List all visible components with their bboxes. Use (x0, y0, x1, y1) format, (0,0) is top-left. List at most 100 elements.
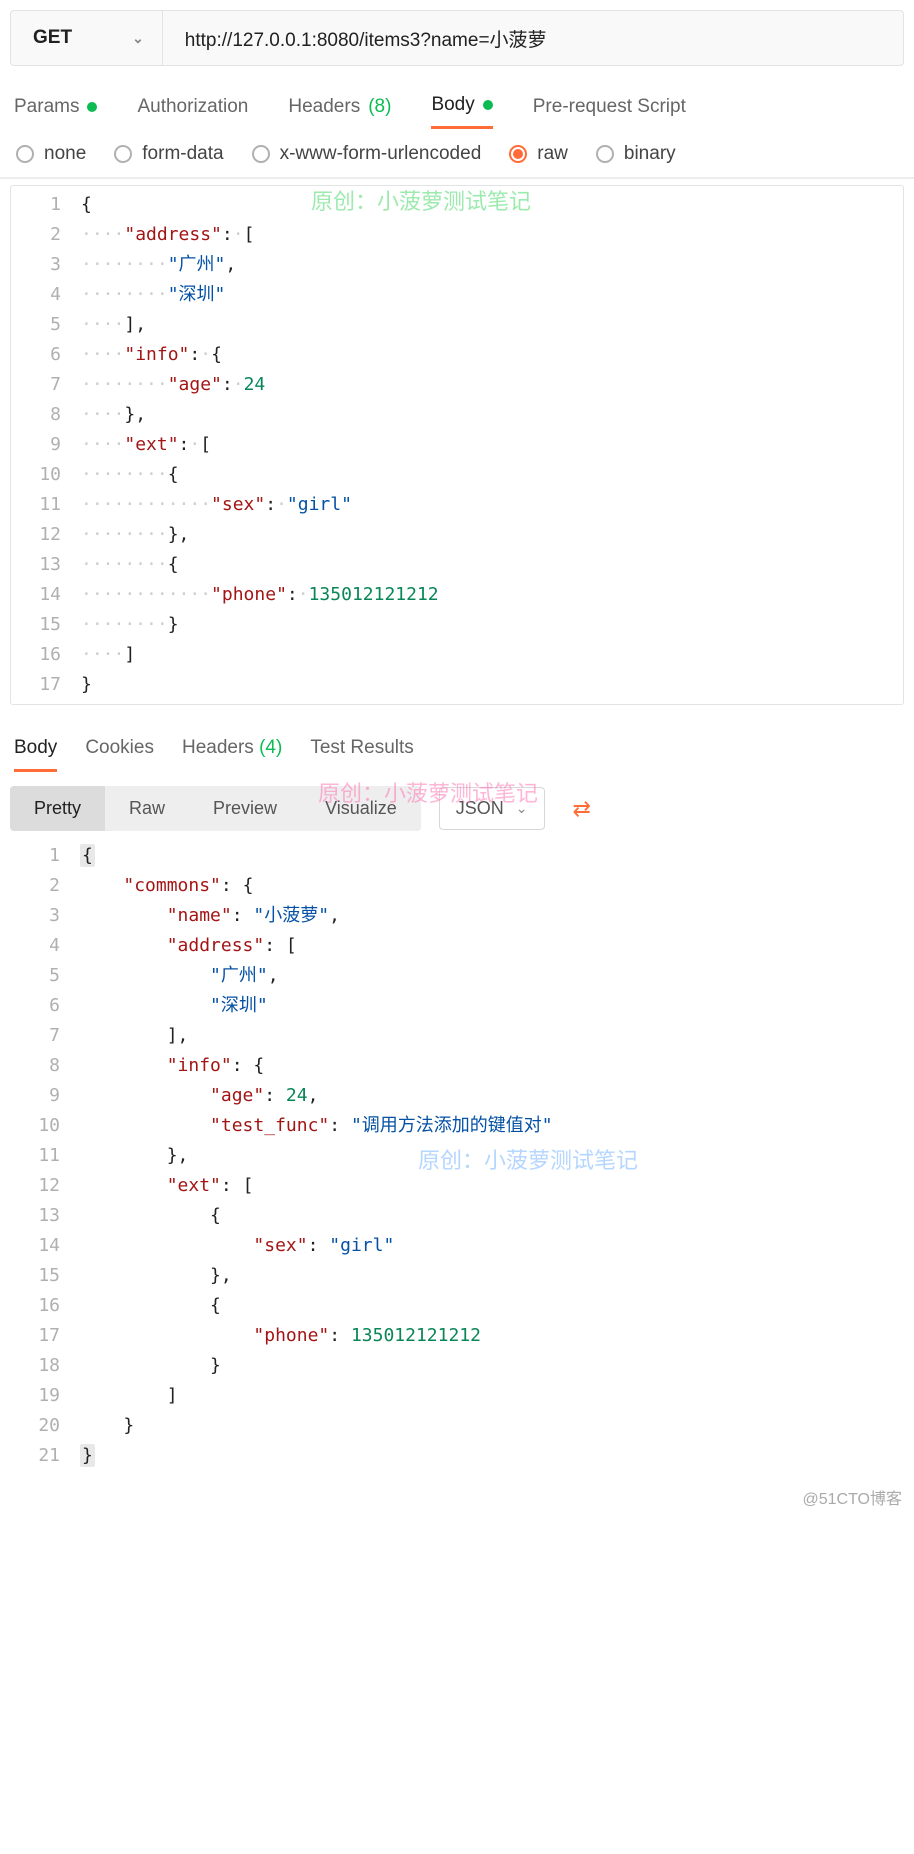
request-bar: GET ⌄ http://127.0.0.1:8080/items3?name=… (10, 10, 904, 66)
code-text: ] (167, 1385, 178, 1406)
code-text: { (81, 194, 92, 215)
code-text: 24 (244, 374, 266, 395)
code-text: "深圳" (168, 284, 226, 305)
body-type-row: none form-data x-www-form-urlencoded raw… (0, 129, 914, 179)
code-text: 135012121212 (309, 584, 439, 605)
code-text: "address" (124, 224, 222, 245)
tab-params[interactable]: Params (14, 94, 97, 129)
lineno: 2 (10, 871, 80, 901)
code-text: ] (124, 644, 135, 665)
request-body-editor[interactable]: 原创：小菠萝测试笔记 1{ 2····"address":·: [[ 3····… (10, 185, 904, 705)
lineno: 12 (11, 520, 81, 550)
code-text: { (80, 844, 95, 867)
btn-raw[interactable]: Raw (105, 786, 189, 831)
btn-visualize[interactable]: Visualize (301, 786, 421, 831)
code-text: 135012121212 (351, 1325, 481, 1346)
radio-binary[interactable]: binary (596, 143, 676, 165)
resp-cookies-label: Cookies (85, 737, 154, 758)
wrap-lines-icon[interactable]: ⇄ (563, 788, 601, 830)
code-text: "info" (124, 344, 189, 365)
resp-test-label: Test Results (310, 737, 413, 758)
btn-preview[interactable]: Preview (189, 786, 301, 831)
code-text: "age" (168, 374, 222, 395)
radio-urlencoded[interactable]: x-www-form-urlencoded (252, 143, 482, 165)
url-input[interactable]: http://127.0.0.1:8080/items3?name=小菠萝 (163, 25, 903, 52)
radio-none[interactable]: none (16, 143, 86, 165)
tab-prerequest[interactable]: Pre-request Script (533, 94, 686, 129)
method-select[interactable]: GET ⌄ (11, 11, 163, 65)
tab-authorization[interactable]: Authorization (137, 94, 248, 129)
code-text: "ext" (124, 434, 178, 455)
lineno: 9 (10, 1081, 80, 1111)
code-text: "sex" (211, 494, 265, 515)
lineno: 5 (11, 310, 81, 340)
code-text: 24 (286, 1085, 308, 1106)
lineno: 11 (10, 1141, 80, 1171)
lineno: 1 (11, 190, 81, 220)
tab-body-label: Body (431, 94, 474, 116)
tab-headers[interactable]: Headers (8) (288, 94, 391, 129)
radio-formdata[interactable]: form-data (114, 143, 223, 165)
lineno: 11 (11, 490, 81, 520)
code-text: ], (167, 1025, 189, 1046)
code-text: "girl" (329, 1235, 394, 1256)
lineno: 20 (10, 1411, 80, 1441)
lineno: 10 (10, 1111, 80, 1141)
lineno: 18 (10, 1351, 80, 1381)
lineno: 17 (11, 670, 81, 700)
response-body-viewer[interactable]: 原创：小菠萝测试笔记 1{ 2 "commons": { 3 "name": "… (10, 837, 904, 1481)
resp-tab-testresults[interactable]: Test Results (310, 737, 413, 772)
resp-tab-body[interactable]: Body (14, 737, 57, 772)
lineno: 4 (11, 280, 81, 310)
radio-formdata-label: form-data (142, 143, 223, 165)
radio-icon (596, 145, 614, 163)
code-text: "广州" (168, 254, 226, 275)
lineno: 13 (11, 550, 81, 580)
code-text: }, (124, 404, 146, 425)
code-text: ], (124, 314, 146, 335)
response-toolbar: 原创：小菠萝测试笔记 Pretty Raw Preview Visualize … (10, 786, 904, 831)
lineno: 16 (11, 640, 81, 670)
code-text: { (210, 1295, 221, 1316)
format-value: JSON (456, 798, 504, 819)
code-text: "phone" (211, 584, 287, 605)
resp-body-label: Body (14, 737, 57, 758)
btn-pretty[interactable]: Pretty (10, 786, 105, 831)
chevron-down-icon: ⌄ (132, 30, 144, 47)
lineno: 6 (11, 340, 81, 370)
response-tabs: Body Cookies Headers (4) Test Results (0, 717, 914, 772)
code-text: "小菠萝" (253, 905, 329, 926)
lineno: 8 (11, 400, 81, 430)
lineno: 15 (10, 1261, 80, 1291)
footer-watermark: @51CTO博客 (0, 1481, 914, 1519)
lineno: 7 (10, 1021, 80, 1051)
lineno: 15 (11, 610, 81, 640)
tab-prereq-label: Pre-request Script (533, 96, 686, 118)
resp-headers-label: Headers (182, 737, 254, 758)
resp-tab-cookies[interactable]: Cookies (85, 737, 154, 772)
tab-body[interactable]: Body (431, 94, 492, 129)
code-text: "sex" (253, 1235, 307, 1256)
code-text: "ext" (167, 1175, 221, 1196)
resp-headers-count: (4) (259, 737, 282, 758)
headers-count: (8) (368, 96, 391, 118)
radio-icon (114, 145, 132, 163)
lineno: 9 (11, 430, 81, 460)
format-select[interactable]: JSON ⌄ (439, 787, 545, 830)
lineno: 7 (11, 370, 81, 400)
lineno: 4 (10, 931, 80, 961)
lineno: 14 (11, 580, 81, 610)
code-text: { (210, 1205, 221, 1226)
dot-icon (483, 100, 493, 110)
lineno: 17 (10, 1321, 80, 1351)
radio-none-label: none (44, 143, 86, 165)
request-tabs: Params Authorization Headers (8) Body Pr… (0, 76, 914, 129)
code-text: { (168, 464, 179, 485)
radio-raw[interactable]: raw (509, 143, 568, 165)
code-text: }, (167, 1145, 189, 1166)
code-text: "phone" (253, 1325, 329, 1346)
resp-tab-headers[interactable]: Headers (4) (182, 737, 282, 772)
tab-headers-label: Headers (288, 96, 360, 118)
code-text: "name" (167, 905, 232, 926)
lineno: 3 (11, 250, 81, 280)
